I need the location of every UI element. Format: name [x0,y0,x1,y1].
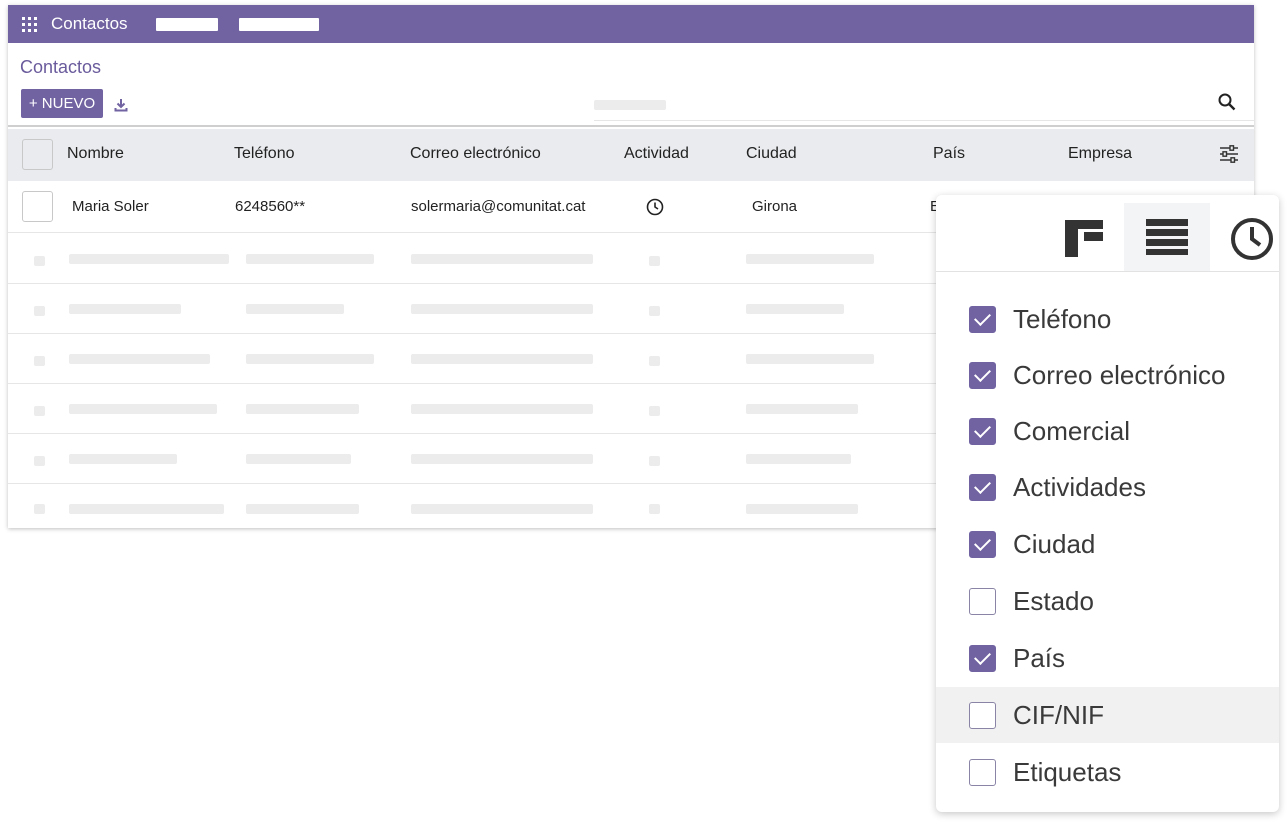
apps-grid-icon[interactable] [22,16,37,32]
cell-email: solermaria@comunitat.cat [411,198,586,215]
option-checkbox[interactable] [969,305,996,333]
option-checkbox[interactable] [969,361,996,389]
option-checkbox[interactable] [969,758,996,786]
column-option-country[interactable]: País [936,630,1279,686]
search-underline [594,120,1254,121]
list-icon[interactable] [1146,219,1188,255]
kanban-icon[interactable] [1064,219,1104,259]
column-header-country[interactable]: País [933,129,965,181]
column-header-phone[interactable]: Teléfono [234,129,295,181]
list-view-tab-active[interactable] [1124,203,1210,271]
option-label: Comercial [1013,415,1131,446]
column-header-company[interactable]: Empresa [1068,129,1132,181]
option-label: Teléfono [1013,303,1112,334]
menu-item-placeholder[interactable] [238,17,319,31]
column-option-tax-id[interactable]: CIF/NIF [936,687,1279,743]
option-label: Actividades [1013,471,1146,502]
column-option-salesperson[interactable]: Comercial [936,403,1279,459]
new-button[interactable]: + NUEVO [21,89,103,118]
column-option-email[interactable]: Correo electrónico [936,347,1279,403]
option-label: Etiquetas [1013,756,1122,787]
column-header-activity[interactable]: Actividad [624,129,689,181]
cell-name: Maria Soler [72,198,149,215]
option-label: Correo electrónico [1013,359,1226,390]
option-checkbox[interactable] [969,473,996,501]
breadcrumb[interactable]: Contactos [20,57,101,78]
select-all-checkbox[interactable] [22,139,53,170]
control-panel: Contactos + NUEVO [8,43,1254,158]
column-chooser-popover: Teléfono Correo electrónico Comercial Ac… [936,195,1279,812]
activity-clock-icon[interactable] [1230,217,1274,261]
column-header-email[interactable]: Correo electrónico [410,129,541,181]
column-option-tags[interactable]: Etiquetas [936,744,1279,800]
option-label: CIF/NIF [1013,699,1104,730]
cell-phone: 6248560** [235,198,306,215]
column-header-name[interactable]: Nombre [67,129,124,181]
option-checkbox[interactable] [969,701,996,729]
column-option-state[interactable]: Estado [936,573,1279,629]
column-header-city[interactable]: Ciudad [746,129,797,181]
option-label: Ciudad [1013,528,1096,559]
column-option-city[interactable]: Ciudad [936,516,1279,572]
option-checkbox[interactable] [969,417,996,445]
download-icon[interactable] [114,98,128,112]
table-header: Nombre Teléfono Correo electrónico Activ… [8,129,1254,181]
menu-item-placeholder[interactable] [155,17,218,31]
app-title: Contactos [51,14,128,33]
option-label: Estado [1013,585,1094,616]
top-navbar: Contactos [8,5,1254,43]
option-label: País [1013,642,1066,673]
option-checkbox[interactable] [969,644,996,672]
option-checkbox[interactable] [969,530,996,558]
search-placeholder[interactable] [594,100,666,110]
option-checkbox[interactable] [969,587,996,615]
column-settings-icon[interactable] [1219,145,1239,163]
view-switcher [936,195,1279,271]
column-option-activities[interactable]: Actividades [936,459,1279,515]
row-checkbox[interactable] [22,191,53,222]
clock-icon[interactable] [646,198,664,216]
cell-city: Girona [752,198,798,215]
column-options-list: Teléfono Correo electrónico Comercial Ac… [936,271,1279,787]
search-icon[interactable] [1218,93,1236,111]
column-option-phone[interactable]: Teléfono [936,291,1279,347]
